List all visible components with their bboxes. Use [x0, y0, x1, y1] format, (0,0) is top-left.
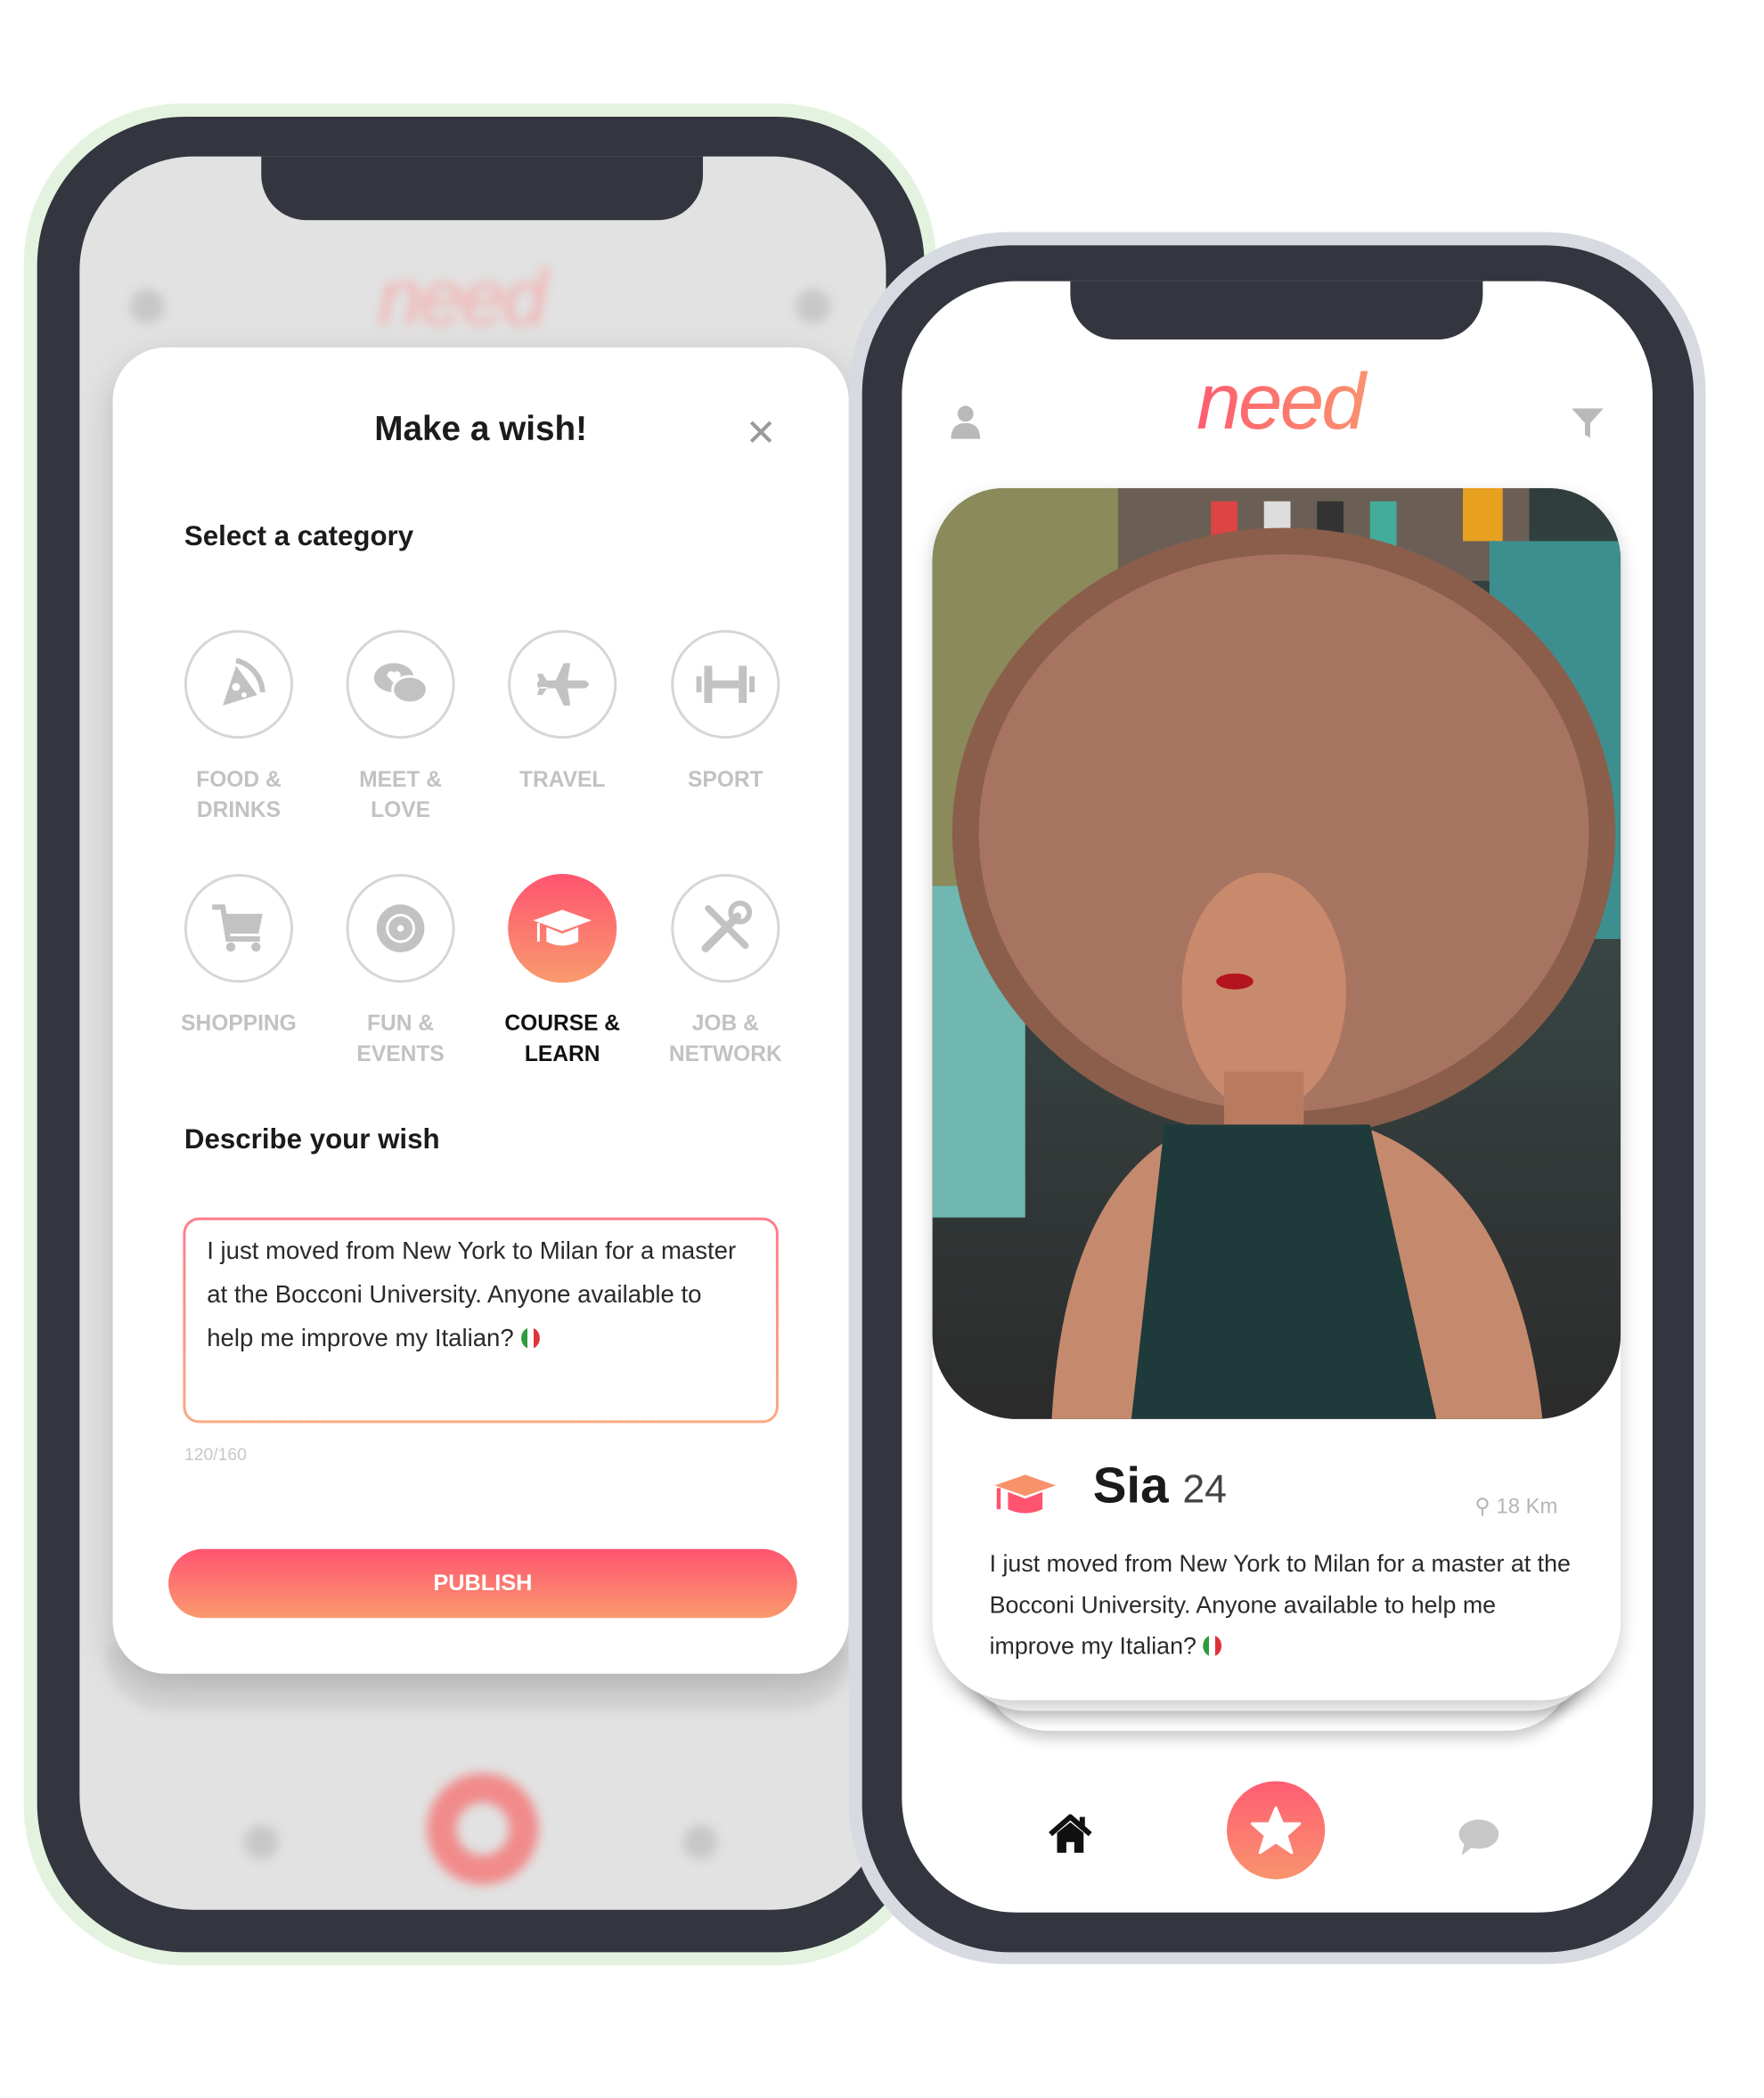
background-home-icon	[243, 1825, 279, 1860]
wish-text: I just moved from New York to Milan for …	[207, 1236, 737, 1351]
category-heading: Select a category	[184, 521, 414, 552]
category-label: FUN &	[367, 1011, 435, 1036]
publish-button[interactable]: PUBLISH	[168, 1548, 797, 1619]
profile-photo	[932, 487, 1621, 1419]
italy-flag-icon	[520, 1327, 540, 1350]
category-sport[interactable]: SPORT	[646, 630, 805, 796]
profile-description: I just moved from New York to Milan for …	[989, 1550, 1571, 1660]
tools-icon	[671, 874, 780, 984]
category-label: FOOD &	[196, 767, 282, 792]
star-icon	[1250, 1806, 1302, 1855]
char-counter: 120/160	[184, 1444, 247, 1465]
right-phone-notch	[1070, 281, 1483, 340]
cart-icon	[184, 874, 294, 984]
profile-description-block: I just moved from New York to Milan for …	[990, 1544, 1573, 1667]
category-travel[interactable]: TRAVEL	[483, 630, 642, 796]
category-label: DRINKS	[196, 798, 282, 822]
airplane-icon	[508, 630, 617, 739]
profile-icon[interactable]	[950, 404, 982, 445]
category-label: LEARN	[524, 1042, 600, 1066]
category-label: SPORT	[688, 767, 764, 792]
category-label: NETWORK	[668, 1042, 782, 1066]
disc-icon	[346, 874, 455, 984]
close-icon[interactable]: ✕	[746, 411, 777, 454]
left-phone-notch	[261, 156, 704, 221]
profile-name: Sia	[1092, 1458, 1169, 1515]
category-label: JOB &	[691, 1011, 759, 1036]
background-profile-icon	[129, 289, 165, 324]
profile-name-row: Sia 24	[1093, 1459, 1227, 1516]
pizza-icon	[184, 630, 294, 739]
profile-age: 24	[1182, 1467, 1228, 1513]
category-label: SHOPPING	[181, 1011, 297, 1036]
modal-title: Make a wish!	[374, 408, 588, 449]
category-label: EVENTS	[356, 1042, 445, 1066]
category-label: TRAVEL	[519, 767, 606, 792]
category-job-network[interactable]: JOB & NETWORK	[646, 874, 805, 1070]
need-logo: need	[1167, 355, 1392, 447]
graduation-cap-icon	[508, 874, 617, 984]
wish-textarea[interactable]: I just moved from New York to Milan for …	[183, 1217, 779, 1424]
chat-icon[interactable]	[1458, 1817, 1500, 1864]
category-label: LOVE	[371, 798, 431, 822]
home-icon[interactable]	[1048, 1813, 1093, 1861]
background-chat-icon	[682, 1825, 718, 1860]
background-star-button	[427, 1773, 539, 1885]
filter-icon[interactable]	[1571, 406, 1605, 447]
background-logo: need	[378, 253, 547, 343]
graduation-cap-icon	[992, 1472, 1058, 1523]
distance-value: 18 Km	[1496, 1496, 1558, 1519]
dumbbell-icon	[671, 630, 780, 739]
category-shopping[interactable]: SHOPPING	[159, 874, 319, 1040]
describe-heading: Describe your wish	[184, 1124, 440, 1155]
italy-flag-icon	[1203, 1635, 1222, 1657]
chat-heart-icon	[346, 630, 455, 739]
category-course-learn[interactable]: COURSE & LEARN	[483, 874, 642, 1070]
location-pin-icon: ⚲	[1474, 1496, 1490, 1519]
category-meet-love[interactable]: MEET & LOVE	[321, 630, 480, 826]
distance: ⚲ 18 Km	[1474, 1493, 1557, 1520]
star-button[interactable]	[1227, 1781, 1326, 1880]
category-food-drinks[interactable]: FOOD & DRINKS	[159, 630, 319, 826]
category-label: COURSE &	[504, 1011, 621, 1036]
stage: need Make a wish! ✕ Select a category FO…	[0, 0, 1764, 2098]
category-fun-events[interactable]: FUN & EVENTS	[321, 874, 480, 1070]
category-label: MEET &	[359, 767, 442, 792]
background-filter-icon	[796, 289, 830, 324]
